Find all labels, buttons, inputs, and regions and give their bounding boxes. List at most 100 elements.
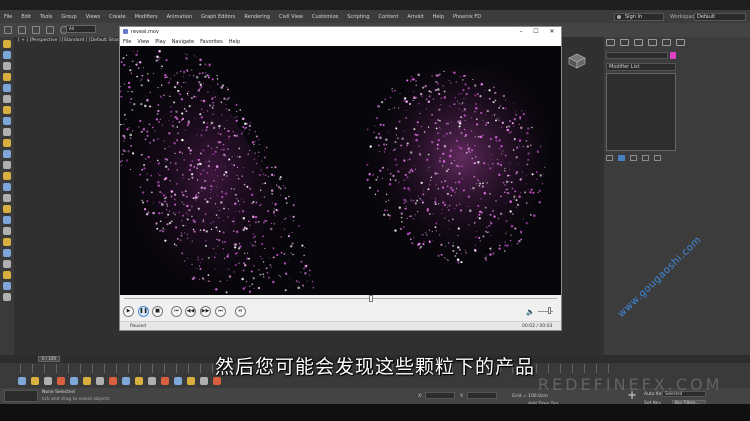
volume-slider[interactable] <box>547 307 551 314</box>
player-menu-item[interactable]: Navigate <box>172 39 194 45</box>
material-icon[interactable] <box>3 161 11 169</box>
viewport-label[interactable]: [ + ] [Perspective ] [Standard ] [Defaul… <box>18 38 120 43</box>
render-setup-icon[interactable] <box>3 172 11 180</box>
particle-dot <box>431 113 434 116</box>
system-icon[interactable] <box>3 117 11 125</box>
display-tab-icon[interactable] <box>662 39 671 46</box>
undo-icon[interactable] <box>4 26 12 34</box>
modify-tab-icon[interactable] <box>620 39 629 46</box>
scene-explorer-icon[interactable] <box>3 183 11 191</box>
utilities-icon[interactable] <box>3 271 11 279</box>
motion-tab-icon[interactable] <box>648 39 657 46</box>
particle-dot <box>161 211 164 214</box>
particle-icon[interactable] <box>3 128 11 136</box>
player-menu-item[interactable]: Play <box>155 39 165 45</box>
create-tab-icon[interactable] <box>606 39 615 46</box>
extra-tools-icon[interactable] <box>3 293 11 301</box>
particle-dot <box>442 201 445 204</box>
menu-item[interactable]: Rendering <box>244 14 270 20</box>
menu-item[interactable]: Tools <box>40 14 52 20</box>
frame-buffer-icon[interactable] <box>3 249 11 257</box>
workspace-dropdown[interactable]: Default <box>694 13 746 21</box>
maximize-icon[interactable]: ☐ <box>532 28 540 36</box>
particle-dot <box>182 76 184 78</box>
sign-in-button[interactable]: Sign In <box>614 13 664 21</box>
volume-icon[interactable]: 🔈 <box>526 308 535 316</box>
pause-icon[interactable]: ❚❚ <box>138 306 149 317</box>
seek-bar[interactable] <box>120 295 561 302</box>
menu-item[interactable]: Scripting <box>347 14 369 20</box>
skip-forward-icon[interactable]: ⏭ <box>215 306 226 317</box>
modeling-icon[interactable] <box>3 51 11 59</box>
viewcube-icon[interactable] <box>566 52 588 70</box>
menu-item[interactable]: Modifiers <box>135 14 158 20</box>
particle-dot <box>526 202 528 204</box>
rewind-icon[interactable]: ◀◀ <box>185 306 196 317</box>
menu-item[interactable]: File <box>4 14 12 20</box>
menu-item[interactable]: Group <box>61 14 76 20</box>
particle-dot <box>525 221 529 225</box>
object-name-field[interactable] <box>606 52 668 59</box>
close-icon[interactable]: ✕ <box>548 28 556 36</box>
shape-icon[interactable] <box>3 62 11 70</box>
show-end-result-icon[interactable] <box>618 155 625 161</box>
fast-forward-icon[interactable]: ▶▶ <box>200 306 211 317</box>
camera-icon[interactable] <box>3 84 11 92</box>
seek-thumb[interactable] <box>368 295 373 302</box>
object-color-swatch[interactable] <box>670 52 676 59</box>
create-geometry-icon[interactable] <box>3 40 11 48</box>
stop-icon[interactable]: ■ <box>152 306 163 317</box>
make-unique-icon[interactable] <box>630 155 637 161</box>
menu-item[interactable]: Civil View <box>279 14 303 20</box>
menu-item[interactable]: Edit <box>21 14 31 20</box>
menu-item[interactable]: Phoenix FD <box>453 14 481 20</box>
compound-icon[interactable] <box>3 139 11 147</box>
menu-item[interactable]: Views <box>86 14 100 20</box>
menu-item[interactable]: Create <box>109 14 126 20</box>
play-icon[interactable]: ▶ <box>123 306 134 317</box>
curve-editor-icon[interactable] <box>3 227 11 235</box>
menu-item[interactable]: Arnold <box>407 14 423 20</box>
spacewarp-icon[interactable] <box>3 106 11 114</box>
utilities-tab-icon[interactable] <box>676 39 685 46</box>
script-icon[interactable] <box>3 282 11 290</box>
step-frame-icon[interactable]: ⏯ <box>235 306 246 317</box>
video-frame[interactable] <box>120 46 561 295</box>
pin-stack-icon[interactable] <box>606 155 613 161</box>
menu-item[interactable]: Help <box>433 14 444 20</box>
unlink-icon[interactable] <box>46 26 54 34</box>
player-menu-item[interactable]: File <box>123 39 131 45</box>
link-icon[interactable] <box>32 26 40 34</box>
helper-icon[interactable] <box>3 95 11 103</box>
viewport-config-icon[interactable] <box>3 260 11 268</box>
track-view-icon[interactable] <box>3 205 11 213</box>
minimize-icon[interactable]: – <box>517 28 525 36</box>
menu-item[interactable]: Customize <box>312 14 338 20</box>
skip-back-icon[interactable]: ⏮ <box>171 306 182 317</box>
y-coord-field[interactable] <box>467 392 497 399</box>
hierarchy-tab-icon[interactable] <box>634 39 643 46</box>
menu-item[interactable]: Content <box>379 14 399 20</box>
menu-item[interactable]: Graph Editors <box>201 14 235 20</box>
x-coord-field[interactable] <box>425 392 455 399</box>
selection-filter-dropdown[interactable]: All <box>66 25 96 33</box>
menu-item[interactable]: Animation <box>167 14 193 20</box>
configure-sets-icon[interactable] <box>654 155 661 161</box>
particle-dot <box>518 145 520 147</box>
player-menu-item[interactable]: Favorites <box>200 39 223 45</box>
modifier-stack[interactable] <box>606 73 676 151</box>
redo-icon[interactable] <box>18 26 26 34</box>
render-icon[interactable] <box>3 238 11 246</box>
player-menu-item[interactable]: View <box>137 39 149 45</box>
particle-dot <box>164 148 166 150</box>
modifier-list-dropdown[interactable]: Modifier List <box>606 63 676 71</box>
remove-modifier-icon[interactable] <box>642 155 649 161</box>
dynamics-icon[interactable] <box>3 150 11 158</box>
light-icon[interactable] <box>3 73 11 81</box>
particle-dot <box>157 87 159 89</box>
particle-dot <box>391 90 394 92</box>
schematic-icon[interactable] <box>3 216 11 224</box>
player-menu-item[interactable]: Help <box>229 39 240 45</box>
maxscript-listener[interactable] <box>4 390 38 402</box>
layer-icon[interactable] <box>3 194 11 202</box>
